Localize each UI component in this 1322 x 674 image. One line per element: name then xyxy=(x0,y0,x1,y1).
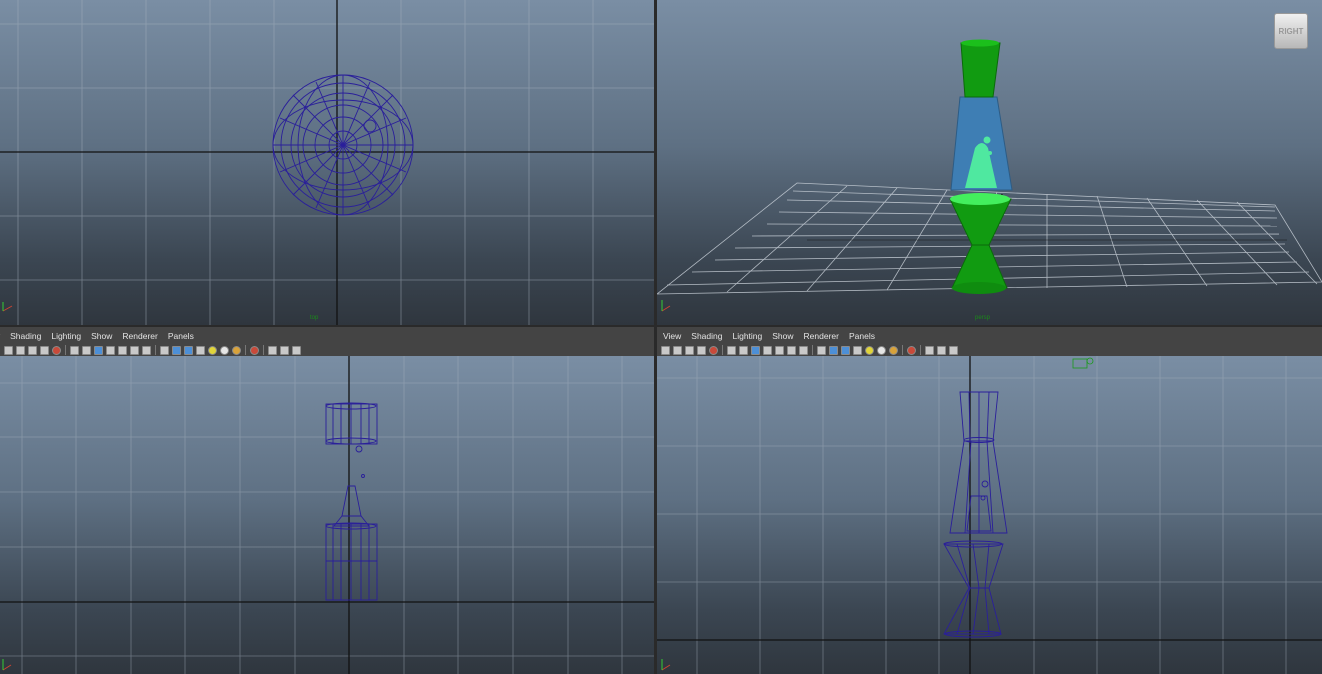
menu-show[interactable]: Show xyxy=(772,331,793,343)
resolution-gate-icon[interactable] xyxy=(751,345,760,355)
safe-action-icon[interactable] xyxy=(787,345,796,355)
lamp-front-wireframe xyxy=(325,402,378,601)
share-icon[interactable] xyxy=(949,345,958,355)
front-grid xyxy=(0,356,654,674)
isolate-select-icon[interactable] xyxy=(907,345,916,355)
resolution-gate-icon[interactable] xyxy=(94,345,103,355)
safe-action-icon[interactable] xyxy=(130,345,139,355)
persp-viewport[interactable]: RIGHT persp xyxy=(657,0,1322,325)
film-gate-icon[interactable] xyxy=(739,345,748,355)
side-grid xyxy=(657,356,1322,674)
xray-icon[interactable] xyxy=(925,345,934,355)
field-chart-icon[interactable] xyxy=(118,345,127,355)
panel-toolbar-left xyxy=(4,344,304,356)
menu-lighting[interactable]: Lighting xyxy=(732,331,762,343)
panel-menu-right: View Shading Lighting Show Renderer Pane… xyxy=(663,331,885,343)
top-grid xyxy=(0,0,654,325)
2d-pan-zoom-icon[interactable] xyxy=(40,345,49,355)
camera-attributes-icon[interactable] xyxy=(4,345,13,355)
top-view-label: top xyxy=(310,315,319,321)
front-viewport[interactable] xyxy=(0,356,654,674)
menu-show[interactable]: Show xyxy=(91,331,112,343)
persp-grid xyxy=(657,39,1322,312)
film-gate-icon[interactable] xyxy=(82,345,91,355)
menu-shading[interactable]: Shading xyxy=(691,331,722,343)
panel-menu-left: w Shading Lighting Show Renderer Panels xyxy=(0,331,204,343)
safe-title-icon[interactable] xyxy=(142,345,151,355)
lamp-side-wireframe xyxy=(943,391,1008,638)
menu-renderer[interactable]: Renderer xyxy=(122,331,157,343)
wireframe-on-shaded-icon[interactable] xyxy=(184,345,193,355)
gate-mask-icon[interactable] xyxy=(763,345,772,355)
viewport-divider[interactable] xyxy=(654,0,657,674)
camera-icon xyxy=(1072,357,1094,369)
image-plane-icon[interactable] xyxy=(28,345,37,355)
gate-mask-icon[interactable] xyxy=(106,345,115,355)
maya-workspace: top RIGHT persp Shading Lighting Show Re… xyxy=(0,0,1322,674)
screen-space-ao-icon[interactable] xyxy=(889,345,898,355)
wireframe-icon[interactable] xyxy=(817,345,826,355)
grid-icon[interactable] xyxy=(70,345,79,355)
wireframe-on-shaded-icon[interactable] xyxy=(841,345,850,355)
viewcube[interactable]: RIGHT xyxy=(1274,13,1308,49)
menu-lighting[interactable]: Lighting xyxy=(51,331,81,343)
menu-shading[interactable]: Shading xyxy=(10,331,41,343)
2d-pan-zoom-icon[interactable] xyxy=(697,345,706,355)
field-chart-icon[interactable] xyxy=(775,345,784,355)
panel-menu-bar-right: View Shading Lighting Show Renderer Pane… xyxy=(657,325,1322,356)
xray-joints-icon[interactable] xyxy=(280,345,289,355)
screen-space-ao-icon[interactable] xyxy=(232,345,241,355)
persp-view-label: persp xyxy=(975,315,991,321)
grease-pencil-icon[interactable] xyxy=(52,345,61,355)
top-viewport[interactable]: top xyxy=(0,0,654,325)
safe-title-icon[interactable] xyxy=(799,345,808,355)
textured-icon[interactable] xyxy=(853,345,862,355)
smooth-shade-icon[interactable] xyxy=(829,345,838,355)
shadows-icon[interactable] xyxy=(877,345,886,355)
xray-icon[interactable] xyxy=(268,345,277,355)
camera-attributes-icon[interactable] xyxy=(661,345,670,355)
menu-panels[interactable]: Panels xyxy=(849,331,875,343)
image-plane-icon[interactable] xyxy=(685,345,694,355)
grid-icon[interactable] xyxy=(727,345,736,355)
bookmark-icon[interactable] xyxy=(16,345,25,355)
menu-view[interactable]: View xyxy=(663,331,681,343)
side-viewport[interactable] xyxy=(657,356,1322,674)
isolate-select-icon[interactable] xyxy=(250,345,259,355)
share-icon[interactable] xyxy=(292,345,301,355)
use-all-lights-icon[interactable] xyxy=(865,345,874,355)
use-all-lights-icon[interactable] xyxy=(208,345,217,355)
panel-toolbar-right xyxy=(661,344,961,356)
shadows-icon[interactable] xyxy=(220,345,229,355)
smooth-shade-icon[interactable] xyxy=(172,345,181,355)
xray-joints-icon[interactable] xyxy=(937,345,946,355)
menu-panels[interactable]: Panels xyxy=(168,331,194,343)
grease-pencil-icon[interactable] xyxy=(709,345,718,355)
menu-renderer[interactable]: Renderer xyxy=(804,331,839,343)
bookmark-icon[interactable] xyxy=(673,345,682,355)
wireframe-icon[interactable] xyxy=(160,345,169,355)
textured-icon[interactable] xyxy=(196,345,205,355)
panel-menu-bar-left: w Shading Lighting Show Renderer Panels xyxy=(0,325,654,356)
lamp-top-wireframe xyxy=(272,74,414,216)
